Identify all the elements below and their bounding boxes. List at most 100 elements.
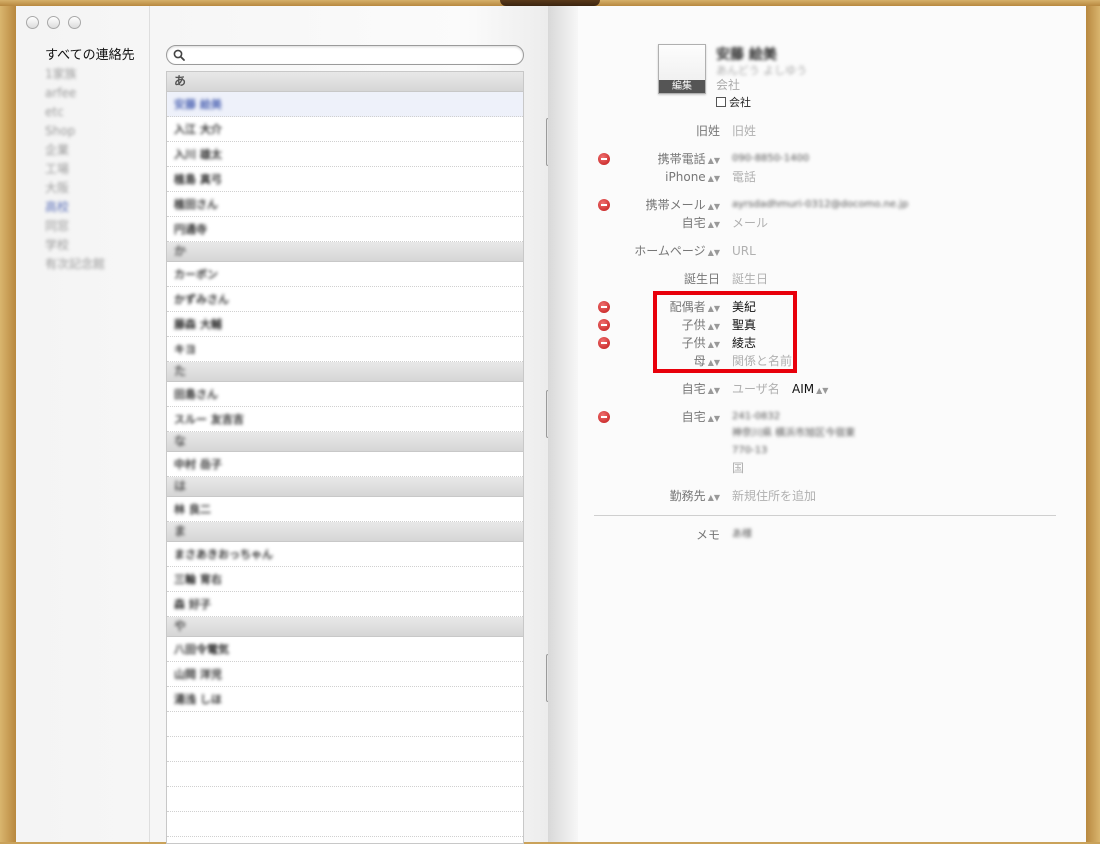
contact-row[interactable]: 田島さん [167,382,523,407]
address-number[interactable]: 770-13 [732,442,767,460]
remove-field-icon[interactable] [598,153,610,165]
remove-field-icon[interactable] [598,301,610,313]
index-header: や [167,617,523,637]
contact-name-label: 三輪 育右 [174,573,222,586]
im-service-popup[interactable]: AIM ▲▼ [792,380,828,400]
group-item[interactable]: 1家族 [45,65,135,84]
contact-list: あ安藤 絵美 入江 大介 入川 雄太 植島 真弓 植田さん 円通寺かカーボン かずみさん 藤森… [166,71,524,844]
homepage-label[interactable]: ホームページ ▲▼ [634,242,720,262]
group-item[interactable]: etc [45,103,135,122]
add-address-field[interactable]: 新規住所を追加 [732,487,816,505]
home-mail-field[interactable]: メール [732,214,768,232]
group-item-all[interactable]: すべての連絡先 [45,46,135,65]
maiden-name-label: 旧姓 [695,124,720,138]
contact-row[interactable]: 中村 岳子 [167,452,523,477]
address-country[interactable]: 国 [732,459,744,477]
work-address-row: 勤務先 ▲▼ 新規住所を追加 [578,487,1086,505]
address-postal[interactable]: 241-0832 [732,408,780,426]
contact-name-label: 円通寺 [174,223,207,236]
contact-row[interactable] [167,812,523,837]
remove-field-icon[interactable] [598,411,610,423]
contact-row[interactable] [167,737,523,762]
contact-row[interactable]: まさあきおっちゃん [167,542,523,567]
contact-row[interactable]: 植田さん [167,192,523,217]
im-username-field[interactable]: ユーザ名 [732,380,780,398]
company-checkbox-label: 会社 [729,96,751,109]
contact-row[interactable]: 入川 雄太 [167,142,523,167]
contact-name[interactable]: 安藤 絵美 [716,44,777,64]
company-checkbox[interactable]: 会社 [716,94,751,110]
memo-row: メモ あ様 [578,526,1086,544]
edit-photo-button[interactable]: 編集 [659,80,705,93]
contact-name-label: 林 良二 [174,503,211,516]
contact-row[interactable] [167,787,523,812]
search-icon [173,49,185,61]
homepage-field[interactable]: URL [732,242,756,260]
mobile-phone-value[interactable]: 090-8850-1400 [732,150,809,168]
checkbox-icon[interactable] [716,97,726,107]
index-header-label: な [174,434,187,448]
zoom-window-button[interactable] [68,16,81,29]
contact-row[interactable]: 植島 真弓 [167,167,523,192]
contact-row[interactable] [167,762,523,787]
group-item[interactable]: 学校 [45,236,135,255]
group-item[interactable]: 有次記念館 [45,255,135,274]
maiden-name-field[interactable]: 旧姓 [732,122,756,140]
contact-name-label: 湯浅 しほ [174,693,222,706]
remove-field-icon[interactable] [598,337,610,349]
contact-row[interactable]: 森 好子 [167,592,523,617]
contact-row[interactable]: 八田令電気 [167,637,523,662]
group-item[interactable]: Shop [45,122,135,141]
popup-arrows-icon: ▲▼ [707,414,720,423]
index-header: は [167,477,523,497]
contact-name-label: 安藤 絵美 [174,98,222,111]
work-address-label[interactable]: 勤務先 ▲▼ [670,487,720,507]
contact-row[interactable]: カーボン [167,262,523,287]
group-item[interactable]: 企業 [45,141,135,160]
contact-photo[interactable]: 編集 [658,44,706,94]
remove-field-icon[interactable] [598,199,610,211]
minimize-window-button[interactable] [47,16,60,29]
home-mail-row: 自宅 ▲▼ メール [578,214,1086,232]
contact-row[interactable]: 林 良二 [167,497,523,522]
contact-row[interactable]: 湯浅 しほ [167,687,523,712]
remove-field-icon[interactable] [598,319,610,331]
contact-name-label: カーボン [174,268,218,281]
group-item[interactable]: arfee [45,84,135,103]
address-street[interactable]: 神奈川県 横浜市旭区今宿東 [732,425,855,443]
contact-row[interactable]: 藤森 大輔 [167,312,523,337]
popup-arrows-icon: ▲▼ [707,156,720,165]
contact-row[interactable]: 山岡 洋児 [167,662,523,687]
contact-row[interactable]: 入江 大介 [167,117,523,142]
group-item[interactable]: 工場 [45,160,135,179]
contact-row[interactable]: かずみさん [167,287,523,312]
contact-name-label: かずみさん [174,293,229,306]
search-field[interactable] [166,45,524,65]
iphone-row: iPhone ▲▼ 電話 [578,168,1086,186]
mobile-phone-label[interactable]: 携帯電話 ▲▼ [658,150,720,170]
iphone-label[interactable]: iPhone ▲▼ [665,168,720,188]
mobile-mail-value[interactable]: ayrsdadhmuri-0312@docomo.ne.jp [732,196,908,214]
group-item[interactable]: 同窓 [45,217,135,236]
mobile-mail-row: 携帯メール ▲▼ ayrsdadhmuri-0312@docomo.ne.jp [578,196,1086,214]
close-window-button[interactable] [26,16,39,29]
popup-arrows-icon: ▲▼ [707,220,720,229]
mobile-mail-label[interactable]: 携帯メール ▲▼ [646,196,720,216]
index-header: ま [167,522,523,542]
address-label[interactable]: 自宅 ▲▼ [682,408,720,428]
group-item[interactable]: 高校 [45,198,135,217]
iphone-field[interactable]: 電話 [732,168,756,186]
contact-row[interactable]: 三輪 育右 [167,567,523,592]
group-item[interactable]: 大阪 [45,179,135,198]
company-field[interactable]: 会社 [716,76,740,93]
birthday-field[interactable]: 誕生日 [732,270,768,288]
home-mail-label[interactable]: 自宅 ▲▼ [682,214,720,234]
im-label[interactable]: 自宅 ▲▼ [682,380,720,400]
contact-row[interactable] [167,712,523,737]
contact-row[interactable]: 安藤 絵美 [167,92,523,117]
contact-row[interactable]: キヨ [167,337,523,362]
im-row: 自宅 ▲▼ ユーザ名 AIM ▲▼ [578,380,1086,398]
memo-field[interactable]: あ様 [732,526,752,544]
contact-row[interactable]: 円通寺 [167,217,523,242]
contact-row[interactable]: スルー 友吉吉 [167,407,523,432]
